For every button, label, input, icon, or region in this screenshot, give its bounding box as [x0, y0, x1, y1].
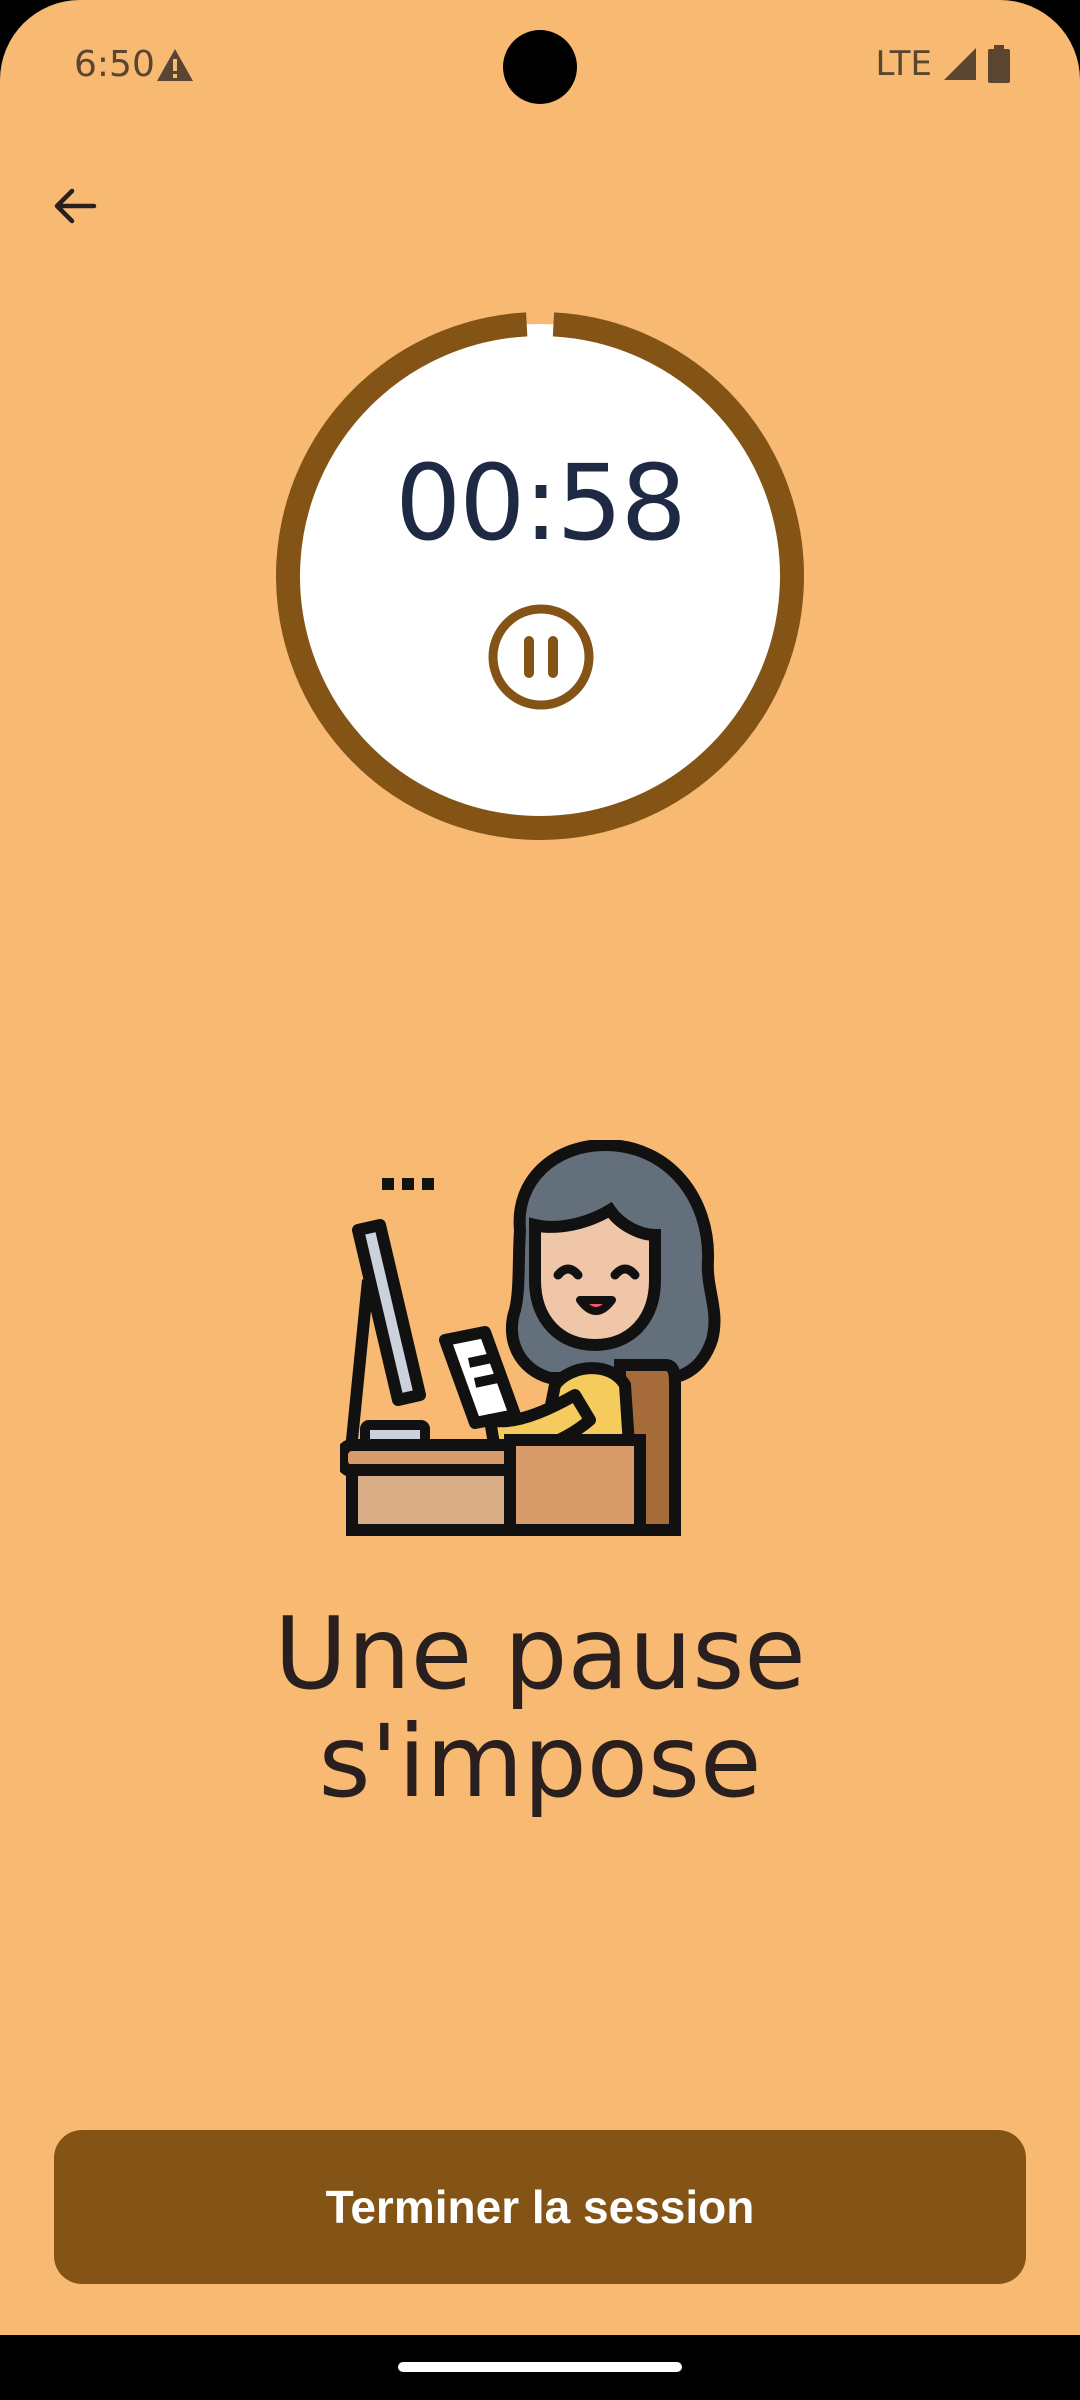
- status-indicators: LTE: [875, 44, 1010, 84]
- status-time: 6:50: [74, 44, 155, 85]
- break-message-line2: s'impose: [318, 1703, 762, 1820]
- timer-dial: 00:58: [275, 311, 804, 840]
- status-bar: 6:50 LTE: [0, 0, 1080, 130]
- signal-icon: [944, 48, 976, 80]
- break-message: Une pause s'impose: [0, 1600, 1080, 1816]
- battery-icon: [988, 45, 1010, 83]
- end-session-button[interactable]: Terminer la session: [54, 2130, 1026, 2284]
- network-type: LTE: [875, 44, 932, 84]
- back-button[interactable]: [38, 170, 110, 242]
- screen: 6:50 LTE 00:58 Une pause s'impose Termin…: [0, 0, 1080, 2335]
- break-message-line1: Une pause: [274, 1595, 806, 1712]
- warning-icon: [157, 49, 193, 81]
- timer-ring: [275, 311, 804, 840]
- person-at-computer-icon: [336, 1138, 740, 1540]
- pause-icon: [488, 604, 594, 710]
- timer-countdown: 00:58: [395, 442, 687, 564]
- pause-button[interactable]: [486, 602, 596, 712]
- arrow-left-icon: [54, 188, 97, 224]
- camera-cutout: [503, 30, 577, 104]
- gesture-nav-handle[interactable]: [398, 2362, 682, 2372]
